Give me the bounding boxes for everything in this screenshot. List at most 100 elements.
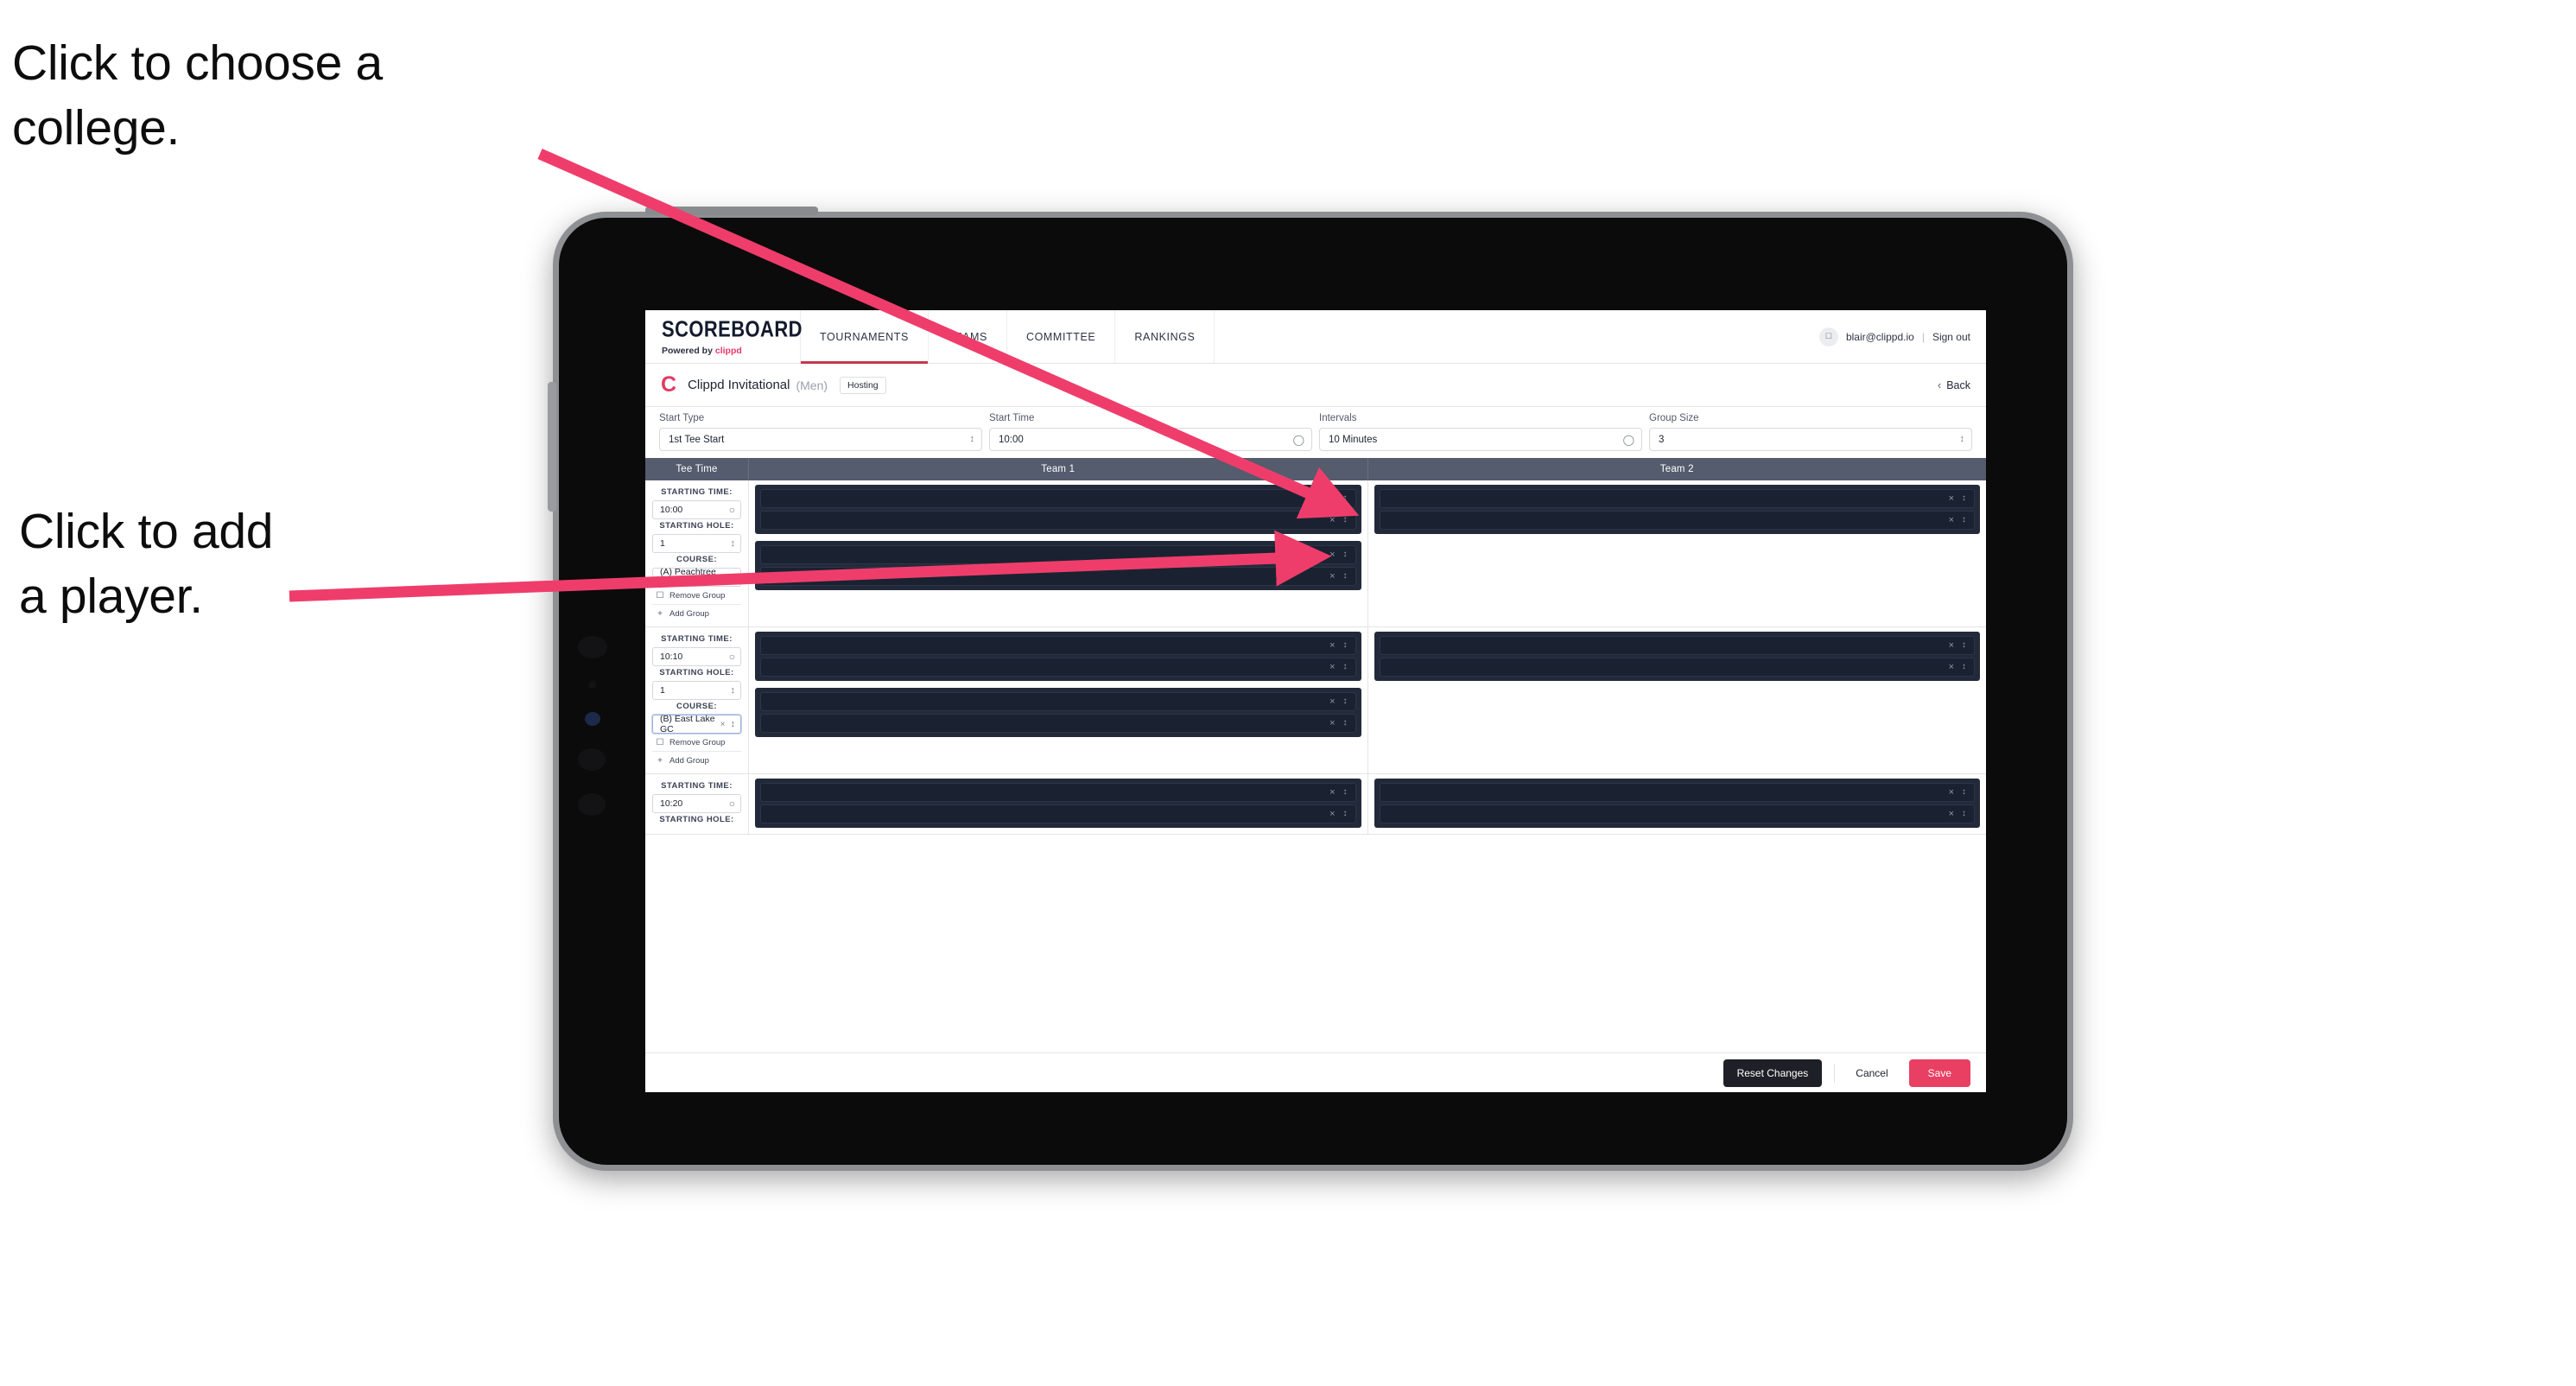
clear-icon[interactable]: × bbox=[720, 573, 726, 582]
player-select-row[interactable]: × ↕ bbox=[1379, 658, 1975, 677]
player-select-row[interactable]: × ↕ bbox=[1379, 783, 1975, 802]
starting-time-label: STARTING TIME: bbox=[661, 487, 733, 497]
chevron-updown-icon[interactable]: ↕ bbox=[1343, 810, 1348, 818]
chevron-updown-icon[interactable]: ↕ bbox=[1343, 516, 1348, 525]
player-select-row[interactable]: × ↕ bbox=[1379, 511, 1975, 530]
chevron-updown-icon[interactable]: ↕ bbox=[1343, 550, 1348, 559]
avatar-icon[interactable]: ☐ bbox=[1818, 327, 1838, 346]
player-select-row[interactable]: × ↕ bbox=[760, 658, 1356, 677]
clear-icon[interactable]: × bbox=[1949, 493, 1954, 504]
chevron-updown-icon[interactable]: ↕ bbox=[1962, 494, 1966, 503]
nav-tab-committee[interactable]: COMMITTEE bbox=[1007, 310, 1116, 363]
chevron-updown-icon[interactable]: ↕ bbox=[1962, 516, 1966, 525]
tablet-power-button bbox=[645, 207, 818, 215]
player-select-row[interactable]: × ↕ bbox=[760, 804, 1356, 823]
chevron-updown-icon[interactable]: ↕ bbox=[1343, 663, 1348, 671]
nav-tab-rankings[interactable]: RANKINGS bbox=[1115, 310, 1215, 363]
group-size-value: 3 bbox=[1659, 434, 1665, 445]
nav-tab-tournaments[interactable]: TOURNAMENTS bbox=[801, 310, 929, 364]
user-email: blair@clippd.io bbox=[1845, 330, 1914, 343]
reset-changes-button[interactable]: Reset Changes bbox=[1723, 1059, 1823, 1087]
course-select[interactable]: (A) Peachtree GC × ↕ bbox=[652, 567, 741, 588]
starting-time-input[interactable]: 10:20 ○ bbox=[652, 794, 741, 813]
nav-tab-committee-label: COMMITTEE bbox=[1025, 330, 1096, 343]
clear-icon[interactable]: × bbox=[1949, 787, 1954, 798]
chevron-updown-icon[interactable]: ↕ bbox=[1343, 641, 1348, 650]
tablet-sensor-icon bbox=[585, 712, 600, 726]
starting-time-label: STARTING TIME: bbox=[661, 781, 733, 791]
clear-icon[interactable]: × bbox=[1329, 662, 1335, 672]
brand-logo[interactable]: SCOREBOARD Powered by clippd bbox=[645, 310, 803, 363]
tablet-volume-button bbox=[548, 382, 556, 512]
group-size-select[interactable]: 3 ↕ bbox=[1649, 428, 1972, 451]
remove-group-link[interactable]: ☐ Remove Group bbox=[652, 734, 741, 751]
chevron-updown-icon[interactable]: ↕ bbox=[1962, 663, 1966, 671]
chevron-updown-icon[interactable]: ↕ bbox=[1343, 788, 1348, 797]
save-button[interactable]: Save bbox=[1908, 1059, 1970, 1087]
remove-group-link[interactable]: ☐ Remove Group bbox=[652, 587, 741, 604]
chevron-updown-icon[interactable]: ↕ bbox=[1962, 810, 1966, 818]
player-select-row[interactable]: × ↕ bbox=[1379, 489, 1975, 508]
clear-icon[interactable]: × bbox=[1949, 809, 1954, 819]
clear-icon[interactable]: × bbox=[720, 720, 726, 729]
chevron-updown-icon[interactable]: ↕ bbox=[1343, 494, 1348, 503]
chevron-updown-icon[interactable]: ↕ bbox=[1343, 719, 1348, 728]
chevron-updown-icon[interactable]: ↕ bbox=[1343, 697, 1348, 706]
clear-icon[interactable]: × bbox=[1329, 493, 1335, 504]
nav-tab-teams[interactable]: TEAMS bbox=[929, 310, 1007, 363]
clear-icon[interactable]: × bbox=[1329, 640, 1335, 651]
chevron-updown-icon[interactable]: ↕ bbox=[1962, 788, 1966, 797]
course-select[interactable]: (B) East Lake GC × ↕ bbox=[652, 714, 741, 734]
player-select-row[interactable]: × ↕ bbox=[1379, 636, 1975, 655]
team-2-cell: × ↕ × ↕ bbox=[1368, 774, 1987, 834]
start-time-input[interactable]: 10:00 ◯ bbox=[989, 428, 1312, 451]
clear-icon[interactable]: × bbox=[1329, 515, 1335, 525]
player-select-row[interactable]: × ↕ bbox=[760, 511, 1356, 530]
chevron-updown-icon[interactable]: ↕ bbox=[1343, 572, 1348, 581]
add-group-link[interactable]: + Add Group bbox=[652, 604, 741, 622]
field-intervals: Intervals 10 Minutes ◯ bbox=[1319, 413, 1642, 451]
chevron-updown-icon[interactable]: ↕ bbox=[1962, 641, 1966, 650]
clear-icon[interactable]: × bbox=[1329, 571, 1335, 582]
player-group-box: × ↕ × ↕ bbox=[755, 541, 1361, 590]
start-type-select[interactable]: 1st Tee Start ↕ bbox=[659, 428, 982, 451]
starting-hole-label: STARTING HOLE: bbox=[659, 521, 734, 531]
starting-time-label: STARTING TIME: bbox=[661, 634, 733, 644]
cancel-button[interactable]: Cancel bbox=[1847, 1059, 1896, 1087]
clear-icon[interactable]: × bbox=[1329, 809, 1335, 819]
starting-hole-input[interactable]: 1 ↕ bbox=[652, 534, 741, 553]
starting-time-input[interactable]: 10:10 ○ bbox=[652, 647, 741, 666]
player-select-row[interactable]: × ↕ bbox=[760, 692, 1356, 711]
player-select-row[interactable]: × ↕ bbox=[760, 714, 1356, 733]
clear-icon[interactable]: × bbox=[1329, 550, 1335, 560]
starting-hole-input[interactable]: 1 ↕ bbox=[652, 681, 741, 700]
chevron-left-icon: ‹ bbox=[1937, 378, 1942, 391]
clock-icon: ○ bbox=[728, 798, 735, 810]
column-header-team-2: Team 2 bbox=[1659, 464, 1694, 474]
hosting-badge[interactable]: Hosting bbox=[840, 376, 886, 394]
tablet-speaker-2-icon bbox=[578, 793, 606, 816]
clear-icon[interactable]: × bbox=[1329, 787, 1335, 798]
clear-icon[interactable]: × bbox=[1329, 718, 1335, 728]
player-select-row[interactable]: × ↕ bbox=[760, 545, 1356, 564]
player-group-box: × ↕ × ↕ bbox=[755, 485, 1361, 534]
player-select-row[interactable]: × ↕ bbox=[760, 636, 1356, 655]
brand-tagline: Powered by clippd bbox=[662, 346, 800, 356]
sign-out-link[interactable]: Sign out bbox=[1932, 331, 1970, 343]
intervals-input[interactable]: 10 Minutes ◯ bbox=[1319, 428, 1642, 451]
clear-icon[interactable]: × bbox=[1949, 515, 1954, 525]
trash-icon: ☐ bbox=[656, 591, 664, 601]
back-button[interactable]: ‹ Back bbox=[1938, 378, 1970, 391]
add-group-link[interactable]: + Add Group bbox=[652, 751, 741, 769]
clear-icon[interactable]: × bbox=[1949, 640, 1954, 651]
player-select-row[interactable]: × ↕ bbox=[760, 489, 1356, 508]
player-group-box: × ↕ × ↕ bbox=[755, 632, 1361, 681]
player-select-row[interactable]: × ↕ bbox=[760, 567, 1356, 586]
team-2-cell: × ↕ × ↕ bbox=[1368, 627, 1987, 773]
player-select-row[interactable]: × ↕ bbox=[760, 783, 1356, 802]
clear-icon[interactable]: × bbox=[1329, 696, 1335, 707]
tablet-device-frame: SCOREBOARD Powered by clippd TOURNAMENTS… bbox=[548, 207, 2073, 1171]
player-select-row[interactable]: × ↕ bbox=[1379, 804, 1975, 823]
starting-time-input[interactable]: 10:00 ○ bbox=[652, 500, 741, 519]
clear-icon[interactable]: × bbox=[1949, 662, 1954, 672]
